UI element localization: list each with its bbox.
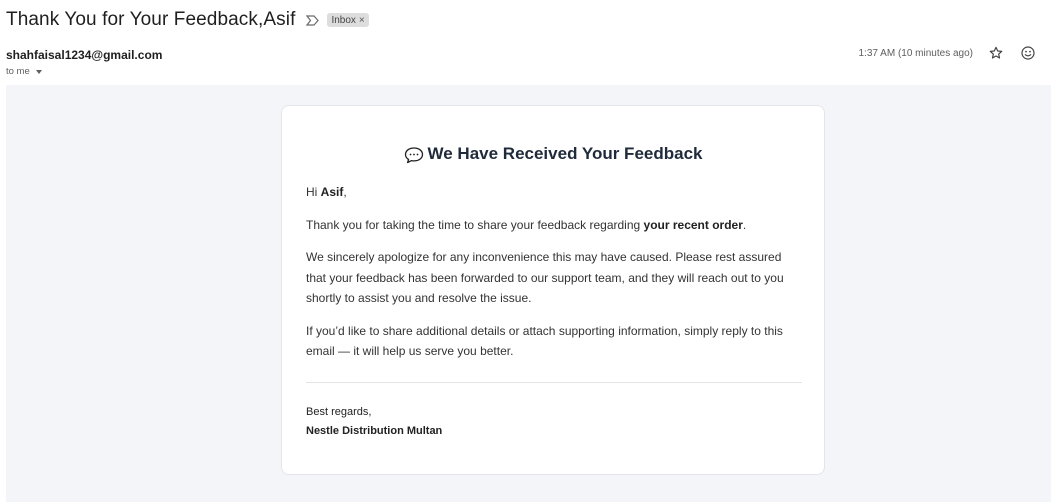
- card-heading: We Have Received Your Feedback: [306, 144, 800, 164]
- remove-label-icon[interactable]: ×: [359, 15, 365, 26]
- to-me-text: to me: [6, 66, 30, 77]
- important-marker-icon[interactable]: [305, 13, 319, 27]
- sender-email[interactable]: shahfaisal1234@gmail.com: [6, 48, 162, 62]
- message-meta: 1:37 AM (10 minutes ago): [858, 44, 1037, 62]
- email-card: We Have Received Your Feedback Hi Asif, …: [281, 105, 825, 475]
- organization-name: Nestle Distribution Multan: [306, 424, 443, 437]
- inbox-label-text: Inbox: [331, 14, 356, 26]
- chevron-down-icon[interactable]: [35, 69, 42, 74]
- para1-text: Thank you for taking the time to share y…: [306, 217, 644, 232]
- paragraph-thanks: Thank you for taking the time to share y…: [306, 215, 800, 236]
- greeting-prefix: Hi: [306, 185, 321, 199]
- inbox-label-chip[interactable]: Inbox ×: [327, 13, 369, 27]
- paragraph-apology: We sincerely apologize for any inconveni…: [306, 250, 784, 305]
- timestamp: 1:37 AM (10 minutes ago): [858, 47, 973, 59]
- sender-block: shahfaisal1234@gmail.com to me: [6, 48, 162, 77]
- star-icon[interactable]: [987, 44, 1005, 62]
- para1-suffix: .: [742, 217, 747, 232]
- signoff: Best regards,: [306, 405, 372, 418]
- divider: [306, 381, 802, 383]
- greeting: Hi Asif,: [306, 182, 800, 203]
- email-subject: Thank You for Your Feedback,Asif: [6, 9, 296, 30]
- subject-row: Thank You for Your Feedback,Asif Inbox ×: [6, 8, 369, 32]
- recipients-line[interactable]: to me: [6, 66, 162, 77]
- greeting-suffix: ,: [343, 185, 347, 199]
- emoji-react-icon[interactable]: [1019, 44, 1037, 62]
- heading-text: We Have Received Your Feedback: [427, 144, 703, 163]
- para1-bold: your recent order: [643, 217, 743, 232]
- speech-balloon-icon: [404, 146, 424, 164]
- paragraph-reply: If you’d like to share additional detail…: [306, 323, 783, 359]
- greeting-name: Asif: [320, 185, 344, 199]
- signature: Best regards, Nestle Distribution Multan: [306, 403, 800, 441]
